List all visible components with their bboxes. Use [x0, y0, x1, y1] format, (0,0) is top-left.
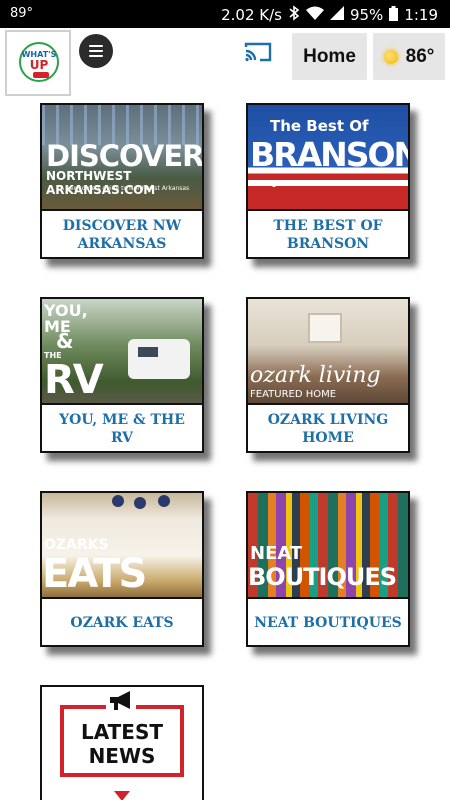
hamburger-menu-button[interactable]: [79, 34, 113, 68]
logo-tag: [33, 72, 49, 78]
status-temperature: 89°: [10, 6, 34, 21]
flag-stars-icon: [260, 181, 288, 187]
tile-label: YOU, ME & THE RV: [59, 412, 185, 446]
logo-text-line2: UP: [29, 58, 49, 72]
tile-latest-news[interactable]: LATEST NEWS: [40, 685, 204, 800]
wifi-icon: [305, 6, 324, 24]
menu-icon-bar: [89, 50, 103, 52]
tile-art-subtitle: EATS: [42, 551, 147, 597]
menu-icon-bar: [89, 55, 103, 57]
status-bar: 89° 2.02 K/s 95% 1:19: [0, 0, 450, 28]
bluetooth-icon: [288, 5, 300, 25]
logo-badge: WHAT'S UP: [19, 42, 59, 82]
tile-image: The Best Of BRANSON: [248, 105, 408, 211]
tile-label: THE BEST OF BRANSON: [273, 218, 383, 252]
tile-label: OZARK LIVING HOME: [267, 412, 389, 446]
tile-neat-boutiques[interactable]: NEAT BOUTIQUES NEAT BOUTIQUES: [246, 491, 410, 647]
tile-ozark-living-home[interactable]: ozark living FEATURED HOME OZARK LIVING …: [246, 297, 410, 453]
latest-news-speech-box: LATEST NEWS: [60, 705, 184, 777]
tile-image: OZARKS EATS: [42, 493, 202, 599]
tile-discover-nw-arkansas[interactable]: DISCOVER NORTHWEST ARKANSAS.COM A newcom…: [40, 103, 204, 259]
tile-art-caption: A newcomers guide to Northwest Arkansas: [60, 185, 190, 192]
weather-temperature: 86°: [405, 45, 435, 67]
tile-art-subtitle: BOUTIQUES: [248, 563, 397, 591]
megaphone-icon: [106, 689, 136, 711]
tile-best-of-branson[interactable]: The Best Of BRANSON THE BEST OF BRANSON: [246, 103, 410, 259]
tile-art-title: ozark living: [250, 363, 381, 388]
speech-tail: [114, 791, 130, 800]
tile-art-title: DISCOVER: [46, 139, 202, 173]
tile-label: OZARK EATS: [70, 615, 174, 631]
network-speed: 2.02 K/s: [221, 6, 282, 24]
latest-news-line2: NEWS: [88, 744, 156, 768]
signal-icon: [329, 6, 344, 24]
battery-icon: [389, 5, 399, 25]
tile-you-me-the-rv[interactable]: YOU, ME & THE RV YOU, ME & THE RV: [40, 297, 204, 453]
weather-button[interactable]: 86°: [373, 33, 445, 80]
app-logo[interactable]: WHAT'S UP: [5, 30, 71, 96]
cast-icon[interactable]: [244, 41, 272, 63]
status-time: 1:19: [404, 6, 438, 24]
tile-label: NEAT BOUTIQUES: [254, 615, 402, 631]
tile-image: YOU, ME & THE RV: [42, 299, 202, 405]
tile-art-word: &: [56, 329, 74, 353]
tile-ozark-eats[interactable]: OZARKS EATS OZARK EATS: [40, 491, 204, 647]
tile-art-title: NEAT: [250, 543, 303, 564]
tile-art-subtitle: NORTHWEST ARKANSAS.COM: [46, 169, 156, 197]
home-button[interactable]: Home: [292, 33, 367, 80]
battery-percent: 95%: [349, 6, 384, 24]
home-button-label: Home: [303, 45, 356, 67]
tile-image: NEAT BOUTIQUES: [248, 493, 408, 599]
menu-icon-bar: [89, 45, 103, 47]
tile-art-word: RV: [44, 357, 104, 403]
latest-news-line1: LATEST: [80, 720, 164, 744]
tile-image: ozark living FEATURED HOME: [248, 299, 408, 405]
tile-art-subtitle: FEATURED HOME: [250, 389, 337, 400]
tile-image: DISCOVER NORTHWEST ARKANSAS.COM A newcom…: [42, 105, 202, 211]
sun-icon: [383, 49, 398, 64]
tile-label: DISCOVER NW ARKANSAS: [62, 218, 182, 252]
